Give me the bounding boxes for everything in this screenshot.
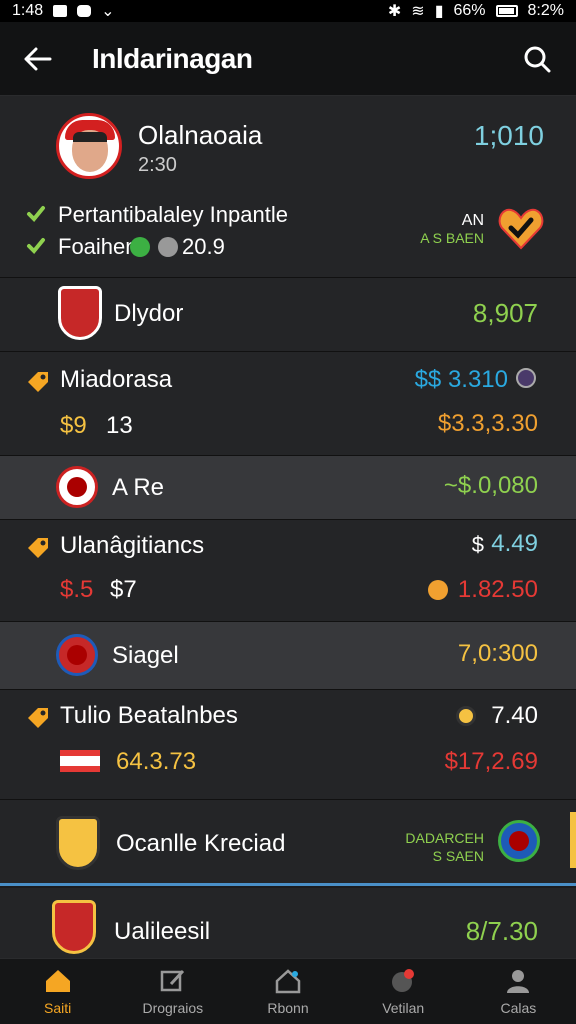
item-name: Ulanâgitiancs: [60, 532, 205, 559]
club-crest-icon: [56, 634, 98, 676]
item-name: Ualileesil: [114, 918, 211, 945]
chevron-down-icon: ⌄: [101, 3, 115, 20]
avatar: [56, 113, 122, 179]
coin-icon: [516, 368, 536, 388]
status-bar: 1:48 ⌄ ✱ ≋ ▮ 66% 8:2%: [0, 0, 576, 22]
user-icon: [507, 969, 530, 993]
list-item[interactable]: A Re ~$.0,080: [0, 456, 576, 520]
battery-text: 66%: [453, 2, 486, 19]
nav-tab-calas[interactable]: Calas: [461, 959, 576, 1024]
item-value: 4.49: [491, 530, 538, 557]
battery-icon: [495, 5, 518, 17]
status-time: 1:48: [12, 2, 44, 19]
list-item[interactable]: Dlydor 8,907: [0, 278, 576, 352]
item-name: Dlydor: [114, 300, 184, 327]
tag-icon: [28, 372, 48, 392]
home-icon: [45, 969, 70, 992]
list-item[interactable]: Tulio Beatalnbes 7.40 64.3.73 $17,2.69: [0, 690, 576, 800]
item-name: Tulio Beatalnbes: [60, 702, 238, 729]
nav-label: Saiti: [43, 999, 72, 1016]
item-sub-left: $9: [60, 412, 87, 439]
status-clock-right: 8:2%: [527, 2, 564, 19]
item-value: 8,907: [472, 298, 538, 328]
item-name: Miadorasa: [60, 366, 173, 393]
profile-value: 1;010: [473, 120, 544, 151]
club-crest-icon: [58, 286, 102, 340]
photo-icon: [53, 5, 68, 17]
green-dot-icon: [130, 237, 150, 257]
item-name: Siagel: [112, 642, 179, 669]
item-sub-right: $3.3,3.30: [437, 410, 538, 437]
item-name: Ocanlle Kreciad: [116, 830, 286, 857]
nav-tab-drograios[interactable]: Drograios: [115, 959, 230, 1024]
item-sub-left: $.5: [60, 576, 94, 603]
nav-label: Calas: [500, 999, 537, 1016]
item-value: 8/7.30: [465, 916, 538, 946]
grey-dot-icon: [158, 237, 178, 257]
page-title: Inldarinagan: [92, 42, 253, 74]
back-button[interactable]: [22, 43, 54, 75]
ranking-list: Olalnaoaia 2:30 1;010 Pertantibalaley In…: [0, 96, 576, 958]
profile-tag-top: AN: [461, 212, 484, 229]
nav-label: Drograios: [142, 999, 204, 1016]
search-icon: [524, 46, 551, 72]
item-sub-right: $17,2.69: [444, 748, 538, 775]
item-sub-mid: 64.3.73: [116, 748, 197, 775]
wifi-icon: ≋: [411, 3, 425, 20]
tag-icon: [28, 538, 48, 558]
profile-line2-text: Foaihen: [58, 234, 138, 259]
item-value: 7.40: [491, 702, 538, 729]
item-sub-mid: 13: [106, 412, 133, 439]
arrow-left-icon: [24, 47, 52, 70]
profile-card[interactable]: Olalnaoaia 2:30 1;010 Pertantibalaley In…: [0, 96, 576, 278]
profile-time: 2:30: [138, 154, 177, 176]
item-value: 7,0:300: [457, 640, 538, 667]
bottom-nav: Saiti Drograios Rbonn Vetilan Calas: [0, 958, 576, 1024]
tag-icon: [28, 708, 48, 728]
item-name: A Re: [112, 474, 165, 501]
search-button[interactable]: [520, 42, 554, 76]
club-crest-icon: [498, 820, 540, 862]
flag-icon: [60, 750, 100, 772]
club-crest-icon: [56, 816, 100, 870]
signal-icon: ▮: [434, 3, 444, 20]
profile-tag-bottom: A S BAEN: [420, 230, 484, 246]
item-sub-right: 1.82.50: [457, 576, 538, 603]
app-bar: Inldarinagan: [0, 22, 576, 96]
fire-icon: [428, 580, 448, 600]
profile-line1: Pertantibalaley Inpantle: [58, 202, 288, 227]
scroll-indicator: [570, 812, 576, 868]
edit-icon: [160, 969, 184, 991]
item-value: ~$.0,080: [443, 472, 538, 499]
check-icon: [27, 238, 45, 254]
nav-tab-rbonn[interactable]: Rbonn: [230, 959, 345, 1024]
club-crest-icon: [56, 466, 98, 508]
list-item[interactable]: Miadorasa $$ 3.310 $9 13 $3.3,3.30: [0, 352, 576, 456]
nav-label: Vetilan: [382, 999, 425, 1016]
item-sub-mid: $7: [110, 576, 137, 603]
bluetooth-icon: ✱: [387, 3, 402, 20]
alert-icon: [392, 968, 415, 992]
check-icon: [27, 206, 45, 222]
item-tag-top: DADARCEH: [405, 830, 484, 846]
list-item[interactable]: Siagel 7,0:300: [0, 622, 576, 690]
item-value-prefix: $: [471, 532, 484, 557]
nav-label: Rbonn: [267, 999, 309, 1016]
item-tag-bottom: S SAEN: [432, 848, 484, 864]
nav-tab-saiti[interactable]: Saiti: [0, 959, 115, 1024]
profile-name: Olalnaoaia: [138, 120, 263, 150]
app-icon: [77, 5, 92, 17]
club-crest-icon: [52, 900, 96, 954]
profile-line2-value: 20.9: [182, 234, 225, 259]
list-item[interactable]: Ulanâgitiancs $ 4.49 $.5 $7 1.82.50: [0, 520, 576, 622]
list-item[interactable]: Ocanlle Kreciad DADARCEH S SAEN: [0, 800, 576, 886]
nav-tab-vetilan[interactable]: Vetilan: [346, 959, 461, 1024]
heart-check-icon: [498, 208, 544, 250]
coin-icon: [456, 706, 476, 726]
item-value: $$ 3.310: [414, 366, 508, 393]
house-icon: [275, 968, 301, 993]
list-item[interactable]: Ualileesil 8/7.30: [0, 888, 576, 958]
